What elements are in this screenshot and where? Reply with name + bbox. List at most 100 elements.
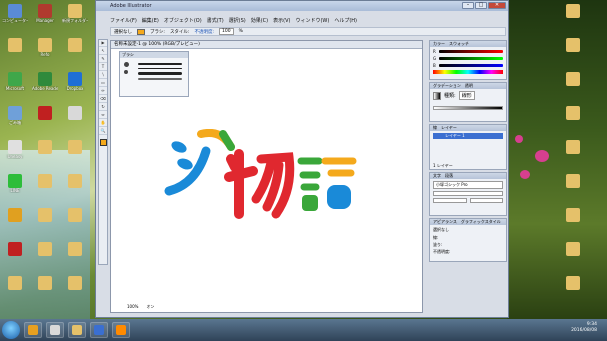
desktop-icon[interactable] xyxy=(62,140,88,170)
brushes-panel-title[interactable]: ブラシ xyxy=(120,52,188,58)
font-family-field[interactable]: 小塚ゴシック Pro xyxy=(433,181,503,189)
start-button[interactable] xyxy=(2,321,20,339)
desktop-icon[interactable] xyxy=(62,242,88,272)
layer-row[interactable]: レイヤー 1 xyxy=(433,133,503,139)
desktop-icon[interactable]: Microsoft xyxy=(2,72,28,102)
scale-tool-icon[interactable]: ⇔ xyxy=(99,112,107,119)
desktop-icon[interactable] xyxy=(32,208,58,238)
taskbar-app-button[interactable] xyxy=(46,322,64,338)
line-tool-icon[interactable]: \ xyxy=(99,72,107,79)
menu-window[interactable]: ウィンドウ(W) xyxy=(295,17,329,24)
desktop-icon[interactable] xyxy=(560,208,586,238)
opacity-input[interactable]: 100 xyxy=(219,28,234,35)
taskbar-app-button[interactable] xyxy=(24,322,42,338)
color-slider-r[interactable]: R xyxy=(433,49,503,54)
zoom-tool-icon[interactable]: 🔍 xyxy=(99,128,107,135)
desktop-icon[interactable] xyxy=(560,276,586,306)
desktop-icon[interactable] xyxy=(560,106,586,136)
tab-transparency[interactable]: 透明 xyxy=(465,83,473,89)
spectrum-bar[interactable] xyxy=(433,70,503,74)
tab-character[interactable]: 文字 xyxy=(433,173,441,179)
rotate-tool-icon[interactable]: ↻ xyxy=(99,104,107,111)
desktop-icon[interactable]: Uneasy xyxy=(2,140,28,170)
red-gradient-bar[interactable] xyxy=(439,50,503,53)
desktop-icon[interactable] xyxy=(62,208,88,238)
desktop-icon[interactable] xyxy=(2,38,28,68)
brush-stroke[interactable] xyxy=(138,63,182,65)
blue-gradient-bar[interactable] xyxy=(439,64,503,67)
desktop-icon[interactable] xyxy=(2,208,28,238)
gradient-slider[interactable] xyxy=(433,106,503,110)
desktop-icon[interactable] xyxy=(32,174,58,204)
close-button[interactable]: ✕ xyxy=(488,2,506,9)
desktop-icon[interactable] xyxy=(62,174,88,204)
document-window[interactable]: 名称未設定-1 @ 100% (RGB/プレビュー) ブラシ 100% オン xyxy=(110,40,423,313)
taskbar-app-button[interactable] xyxy=(112,322,130,338)
font-size-field[interactable] xyxy=(433,198,467,203)
tab-color[interactable]: カラー xyxy=(433,41,445,47)
brush-stroke[interactable] xyxy=(138,78,182,80)
tab-swatches[interactable]: スウォッチ xyxy=(449,41,469,47)
color-slider-b[interactable]: B xyxy=(433,63,503,68)
tab-layers[interactable]: レイヤー xyxy=(441,125,457,131)
desktop-icon[interactable]: Refo xyxy=(32,38,58,68)
desktop-icon[interactable] xyxy=(32,242,58,272)
menu-edit[interactable]: 編集(E) xyxy=(142,17,159,24)
menu-object[interactable]: オブジェクト(O) xyxy=(164,17,202,24)
appearance-item[interactable]: 線: xyxy=(433,235,503,241)
menu-type[interactable]: 書式(T) xyxy=(207,17,224,24)
desktop-icon[interactable] xyxy=(560,72,586,102)
zoom-level[interactable]: 100% xyxy=(127,304,138,310)
menu-view[interactable]: 表示(V) xyxy=(273,17,290,24)
tab-stroke[interactable]: 線 xyxy=(433,125,437,131)
appearance-item[interactable]: 塗り: xyxy=(433,242,503,248)
appearance-item[interactable]: 選択なし xyxy=(433,227,503,233)
leading-field[interactable] xyxy=(469,198,503,203)
brush-stroke[interactable] xyxy=(138,68,182,69)
desktop-icon[interactable] xyxy=(2,276,28,306)
type-tool-icon[interactable]: T xyxy=(99,64,107,71)
taskbar-app-button[interactable] xyxy=(90,322,108,338)
gradient-type-value[interactable]: 線形 xyxy=(458,91,475,100)
document-tab[interactable]: 名称未設定-1 @ 100% (RGB/プレビュー) xyxy=(111,41,422,49)
desktop-icon[interactable]: Adobe Reader xyxy=(32,72,58,102)
system-tray[interactable]: 9:34 2016/08/08 xyxy=(571,322,597,334)
tab-gradient[interactable]: グラデーション xyxy=(433,83,461,89)
fill-stroke-swatch[interactable] xyxy=(100,139,107,146)
brush-dot-icon[interactable] xyxy=(124,62,129,67)
desktop-icon[interactable] xyxy=(560,140,586,170)
title-bar[interactable]: Adobe Illustrator xyxy=(96,1,508,11)
menu-select[interactable]: 選択(S) xyxy=(229,17,246,24)
desktop-icon[interactable]: Dropbox xyxy=(62,72,88,102)
tab-appearance[interactable]: アピアランス xyxy=(433,219,457,225)
menu-help[interactable]: ヘルプ(H) xyxy=(334,17,357,24)
desktop-icon[interactable] xyxy=(2,242,28,272)
brush-dot-icon[interactable] xyxy=(124,70,128,74)
menu-effect[interactable]: 効果(C) xyxy=(251,17,268,24)
desktop-icon[interactable]: 新規フォルダー xyxy=(62,4,88,34)
brush-stroke[interactable] xyxy=(138,72,182,75)
appearance-item[interactable]: 不透明度: xyxy=(433,249,503,255)
pen-tool-icon[interactable]: ✎ xyxy=(99,56,107,63)
color-slider-g[interactable]: G xyxy=(433,56,503,61)
hand-tool-icon[interactable]: ✋ xyxy=(99,120,107,127)
selection-tool-icon[interactable]: ▶ xyxy=(99,40,107,47)
font-style-field[interactable] xyxy=(433,191,503,196)
tab-graphic-styles[interactable]: グラフィックスタイル xyxy=(461,219,501,225)
desktop-icon[interactable]: LINE xyxy=(2,174,28,204)
illustrator-window[interactable]: Adobe Illustrator – □ ✕ ファイル(F) 編集(E) オブ… xyxy=(95,0,509,318)
desktop-icon[interactable]: Manager xyxy=(32,4,58,34)
taskbar-app-button[interactable] xyxy=(68,322,86,338)
direct-select-tool-icon[interactable]: ↖ xyxy=(99,48,107,55)
logo-artwork[interactable] xyxy=(161,129,361,219)
desktop-icon[interactable] xyxy=(62,106,88,136)
rectangle-tool-icon[interactable]: ▭ xyxy=(99,80,107,87)
desktop-icon[interactable] xyxy=(62,38,88,68)
desktop-icon[interactable] xyxy=(560,174,586,204)
tab-paragraph[interactable]: 段落 xyxy=(445,173,453,179)
desktop-icon[interactable]: コンピューター xyxy=(2,4,28,34)
desktop-icon[interactable] xyxy=(32,106,58,136)
minimize-button[interactable]: – xyxy=(462,2,474,9)
desktop-icon[interactable] xyxy=(62,276,88,306)
desktop-icon[interactable]: ごみ箱 xyxy=(2,106,28,136)
